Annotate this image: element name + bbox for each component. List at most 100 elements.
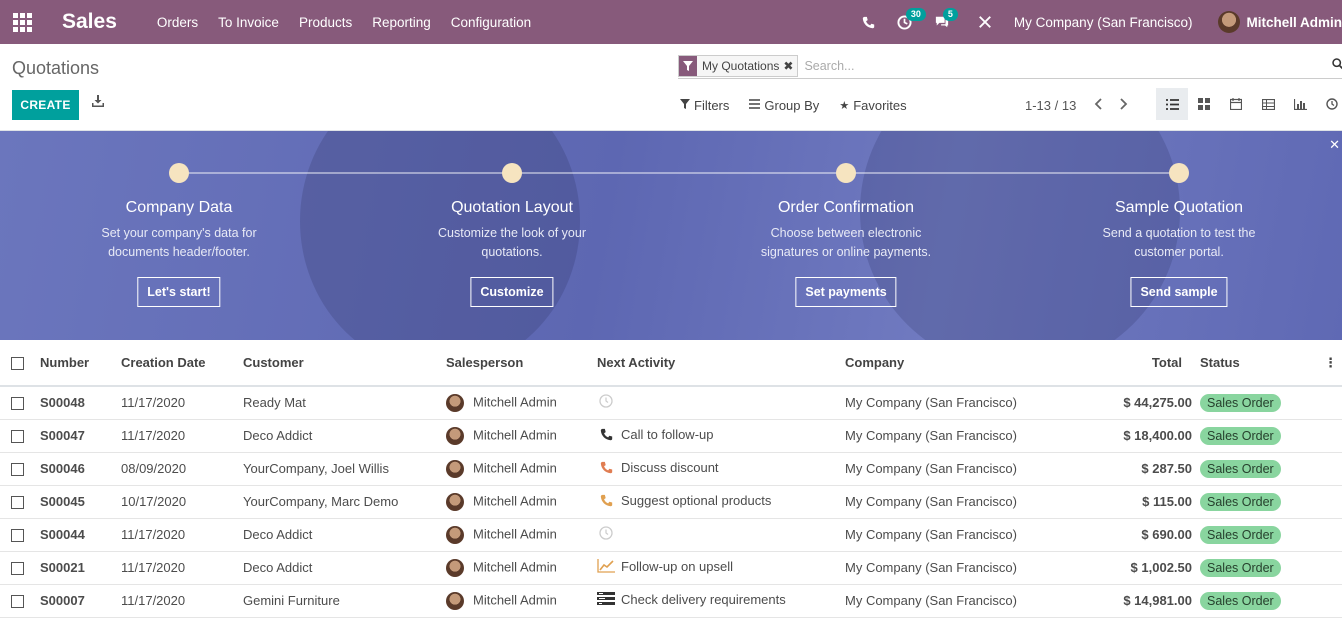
row-salesperson: Mitchell Admin (446, 584, 597, 618)
facet-remove-icon[interactable]: ✖ (783, 59, 797, 73)
clock-icon[interactable] (597, 394, 615, 411)
row-end (1324, 584, 1342, 618)
row-next-activity[interactable] (597, 386, 845, 420)
column-salesperson[interactable]: Salesperson (446, 340, 597, 387)
column-number[interactable]: Number (40, 340, 121, 387)
row-customer: YourCompany, Marc Demo (243, 485, 446, 519)
group-by-button[interactable]: Group By (749, 98, 819, 113)
row-total: $ 287.50 (1045, 452, 1200, 486)
tasks-icon[interactable] (597, 592, 615, 609)
list-view-icon[interactable] (1156, 88, 1188, 120)
activity-view-icon[interactable] (1316, 88, 1342, 120)
create-button[interactable]: CREATE (12, 90, 79, 120)
phone-icon[interactable] (597, 494, 615, 510)
phone-icon[interactable] (597, 461, 615, 477)
row-next-activity[interactable]: Check delivery requirements (597, 584, 845, 618)
activity-summary: Suggest optional products (621, 493, 772, 509)
row-salesperson: Mitchell Admin (446, 452, 597, 486)
row-status: Sales Order (1200, 452, 1324, 486)
salesperson-avatar (446, 492, 464, 511)
pager-value[interactable]: 1-13 / 13 (1025, 98, 1076, 113)
row-checkbox[interactable] (0, 551, 40, 585)
status-badge: Sales Order (1200, 426, 1281, 445)
menu-configuration[interactable]: Configuration (451, 15, 531, 30)
row-next-activity[interactable]: Follow-up on upsell (597, 551, 845, 585)
filters-label: Filters (694, 98, 730, 113)
control-panel: Quotations My Quotations ✖ CREATE Filter… (0, 44, 1342, 131)
set-payments-button[interactable]: Set payments (795, 277, 897, 307)
filters-button[interactable]: Filters (680, 98, 729, 113)
apps-menu-icon[interactable] (0, 0, 44, 44)
app-name[interactable]: Sales (62, 10, 117, 34)
salesperson-name: Mitchell Admin (473, 459, 557, 475)
table-row[interactable]: S00046 08/09/2020 YourCompany, Joel Will… (0, 452, 1342, 486)
kanban-view-icon[interactable] (1188, 88, 1220, 120)
row-checkbox[interactable] (0, 419, 40, 453)
row-end (1324, 518, 1342, 552)
messages-icon[interactable]: 5 (934, 8, 958, 29)
lets-start-button[interactable]: Let's start! (137, 277, 221, 307)
menu-products[interactable]: Products (299, 15, 352, 30)
column-total[interactable]: Total (1045, 340, 1200, 387)
column-status[interactable]: Status (1200, 340, 1324, 387)
table-row[interactable]: S00021 11/17/2020 Deco Addict Mitchell A… (0, 551, 1342, 585)
graph-view-icon[interactable] (1284, 88, 1316, 120)
row-checkbox[interactable] (0, 452, 40, 486)
menu-reporting[interactable]: Reporting (372, 15, 431, 30)
row-checkbox[interactable] (0, 485, 40, 519)
onboarding-progress-line (178, 172, 1180, 174)
clock-icon[interactable] (597, 526, 615, 543)
activity-clock-icon[interactable]: 30 (897, 7, 926, 30)
menu-to-invoice[interactable]: To Invoice (218, 15, 279, 30)
step-title: Quotation Layout (451, 199, 573, 216)
phone-icon[interactable] (862, 16, 875, 29)
row-checkbox[interactable] (0, 584, 40, 618)
row-total: $ 1,002.50 (1045, 551, 1200, 585)
favorites-button[interactable]: ★ Favorites (839, 98, 906, 113)
row-total: $ 18,400.00 (1045, 419, 1200, 453)
pager-next-icon[interactable] (1120, 97, 1128, 113)
column-creation-date[interactable]: Creation Date (121, 340, 243, 387)
row-next-activity[interactable]: Discuss discount (597, 452, 845, 486)
search-icon[interactable] (1332, 58, 1342, 73)
select-all-checkbox[interactable] (0, 340, 40, 387)
column-next-activity[interactable]: Next Activity (597, 340, 845, 387)
column-customer[interactable]: Customer (243, 340, 446, 387)
row-end (1324, 386, 1342, 420)
row-next-activity[interactable] (597, 518, 845, 552)
row-customer: YourCompany, Joel Willis (243, 452, 446, 486)
row-customer: Deco Addict (243, 419, 446, 453)
row-next-activity[interactable]: Call to follow-up (597, 419, 845, 453)
banner-close-icon[interactable]: ✕ (1329, 137, 1340, 153)
row-status: Sales Order (1200, 485, 1324, 519)
debug-tools-icon[interactable] (978, 15, 992, 29)
send-sample-button[interactable]: Send sample (1130, 277, 1228, 307)
menu-orders[interactable]: Orders (157, 15, 198, 30)
search-facet[interactable]: My Quotations ✖ (678, 55, 799, 77)
table-row[interactable]: S00044 11/17/2020 Deco Addict Mitchell A… (0, 518, 1342, 552)
download-icon[interactable] (92, 95, 104, 110)
row-creation-date: 10/17/2020 (121, 485, 243, 519)
calendar-view-icon[interactable] (1220, 88, 1252, 120)
table-row[interactable]: S00045 10/17/2020 YourCompany, Marc Demo… (0, 485, 1342, 519)
table-row[interactable]: S00048 11/17/2020 Ready Mat Mitchell Adm… (0, 386, 1342, 420)
row-next-activity[interactable]: Suggest optional products (597, 485, 845, 519)
row-creation-date: 11/17/2020 (121, 551, 243, 585)
optional-columns-icon[interactable]: ⋮ (1324, 340, 1342, 387)
salesperson-name: Mitchell Admin (473, 525, 557, 541)
search-input[interactable] (804, 59, 1325, 73)
user-menu[interactable]: Mitchell Admin (1218, 11, 1342, 33)
pager-previous-icon[interactable] (1094, 97, 1102, 113)
customize-button[interactable]: Customize (470, 277, 554, 307)
row-checkbox[interactable] (0, 518, 40, 552)
upsell-chart-icon[interactable] (597, 559, 615, 576)
company-switcher[interactable]: My Company (San Francisco) (1014, 15, 1193, 30)
row-total: $ 14,981.00 (1045, 584, 1200, 618)
table-row[interactable]: S00047 11/17/2020 Deco Addict Mitchell A… (0, 419, 1342, 453)
status-badge: Sales Order (1200, 525, 1281, 544)
row-checkbox[interactable] (0, 386, 40, 420)
phone-icon[interactable] (597, 428, 615, 444)
column-company[interactable]: Company (845, 340, 1045, 387)
table-row[interactable]: S00007 11/17/2020 Gemini Furniture Mitch… (0, 584, 1342, 618)
pivot-view-icon[interactable] (1252, 88, 1284, 120)
